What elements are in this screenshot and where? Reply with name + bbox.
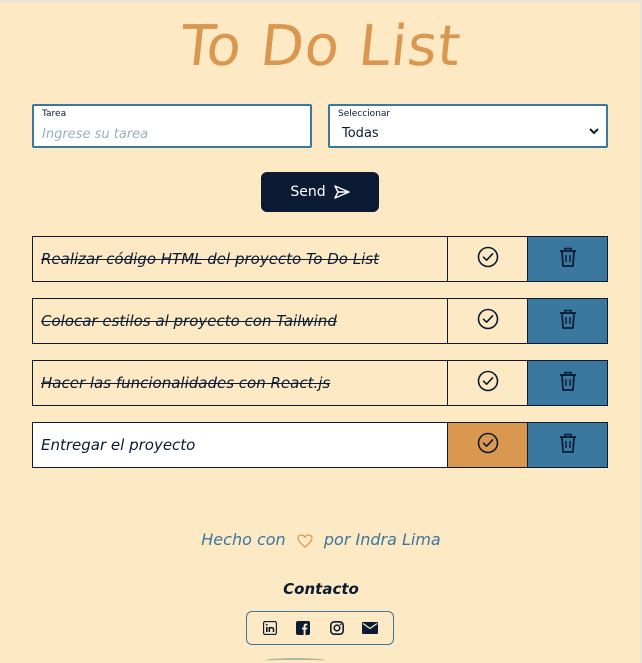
trash-icon — [558, 432, 578, 458]
filter-select-label: Seleccionar — [338, 109, 391, 119]
task-row: Hacer las funcionalidades con React.js — [32, 360, 608, 406]
contact-title: Contacto — [283, 580, 359, 598]
trash-icon — [558, 370, 578, 396]
send-button-label: Send — [290, 184, 326, 200]
trash-icon — [558, 308, 578, 334]
task-row: Realizar código HTML del proyecto To Do … — [32, 236, 608, 282]
task-text: Entregar el proyecto — [33, 423, 448, 467]
delete-task-button[interactable] — [528, 361, 607, 405]
trash-icon — [558, 246, 578, 272]
task-field[interactable]: Tarea — [32, 104, 312, 148]
delete-task-button[interactable] — [528, 237, 607, 281]
made-suffix: por Indra Lima — [323, 530, 441, 549]
top-border — [0, 0, 642, 2]
complete-task-button[interactable] — [448, 237, 528, 281]
delete-task-button[interactable] — [528, 299, 607, 343]
check-circle-icon — [477, 308, 499, 334]
check-circle-icon — [477, 246, 499, 272]
complete-task-button[interactable] — [448, 361, 528, 405]
delete-task-button[interactable] — [528, 423, 607, 467]
task-text: Hacer las funcionalidades con React.js — [33, 361, 448, 405]
instagram-icon[interactable] — [328, 619, 346, 637]
facebook-icon[interactable] — [294, 619, 312, 637]
made-prefix: Hecho con — [201, 530, 286, 549]
check-circle-icon — [477, 432, 499, 458]
task-row: Colocar estilos al proyecto con Tailwind — [32, 298, 608, 344]
made-by-credit: Hecho con por Indra Lima — [0, 530, 642, 549]
heart-icon — [297, 533, 313, 548]
complete-task-button[interactable] — [448, 299, 528, 343]
task-field-label: Tarea — [42, 109, 67, 119]
check-circle-icon — [477, 370, 499, 396]
complete-task-button[interactable] — [448, 423, 528, 467]
send-button[interactable]: Send — [261, 172, 379, 212]
filter-select[interactable]: Seleccionar Todas — [328, 104, 608, 148]
task-input[interactable] — [42, 124, 302, 144]
task-text: Colocar estilos al proyecto con Tailwind — [33, 299, 448, 343]
social-links — [246, 611, 394, 645]
filter-select-value: Todas — [342, 126, 379, 141]
linkedin-icon[interactable] — [261, 619, 279, 637]
mail-icon[interactable] — [361, 619, 379, 637]
bottom-decoration — [265, 658, 325, 663]
chevron-down-icon — [589, 128, 599, 135]
task-row: Entregar el proyecto — [32, 422, 608, 468]
send-icon — [333, 185, 350, 199]
task-text: Realizar código HTML del proyecto To Do … — [33, 237, 448, 281]
page-title: To Do List — [177, 14, 465, 79]
